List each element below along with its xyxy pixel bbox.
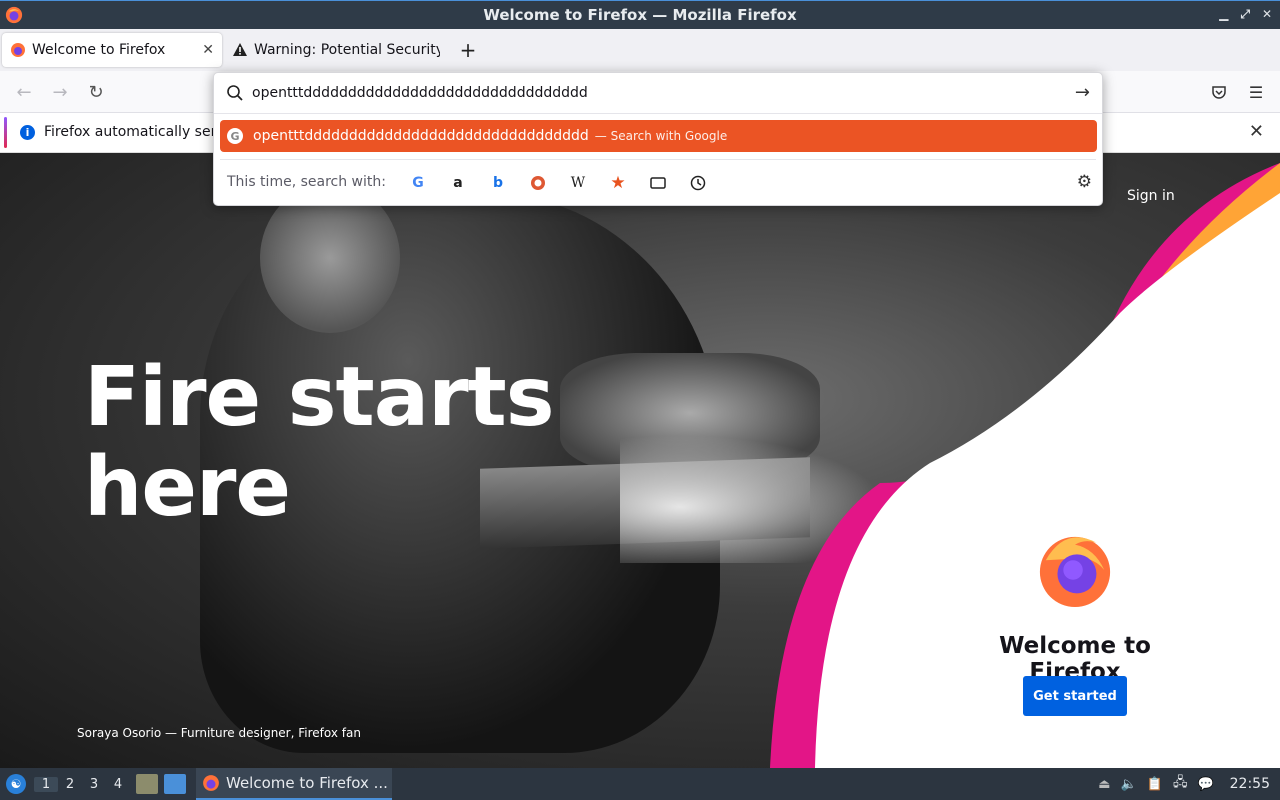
duckduckgo-icon[interactable] xyxy=(527,172,549,194)
firefox-logo-icon xyxy=(1039,536,1111,608)
tab-title: Welcome to Firefox xyxy=(32,42,166,58)
hero-title-line2: here xyxy=(84,440,291,535)
maximize-icon[interactable]: ⤢ xyxy=(1240,7,1250,22)
bing-icon[interactable]: b xyxy=(487,172,509,194)
menu-button[interactable]: ☰ xyxy=(1245,81,1267,103)
file-manager-icon[interactable] xyxy=(136,774,158,794)
title-bar: Welcome to Firefox — Mozilla Firefox ▁ ⤢… xyxy=(0,0,1280,29)
clipboard-icon[interactable]: 📋 xyxy=(1147,777,1163,792)
desktop-icon[interactable] xyxy=(164,774,186,794)
one-off-search-label: This time, search with: xyxy=(227,174,386,190)
divider xyxy=(220,159,1096,160)
reload-icon: ↻ xyxy=(88,81,104,103)
workspace-switcher: 1 2 3 4 xyxy=(34,776,130,792)
workspace-3[interactable]: 3 xyxy=(82,777,106,792)
window-title: Welcome to Firefox — Mozilla Firefox xyxy=(483,6,797,24)
hero-title: Fire starts here xyxy=(84,350,555,535)
taskbar-window-title: Welcome to Firefox ... xyxy=(226,774,388,792)
pocket-button[interactable] xyxy=(1208,81,1230,103)
arrow-left-icon: ← xyxy=(16,81,32,103)
notification-accent xyxy=(4,117,7,148)
sign-in-link[interactable]: Sign in xyxy=(1127,188,1175,204)
taskbar-window-firefox[interactable]: Welcome to Firefox ... xyxy=(196,768,392,800)
close-tab-icon[interactable]: ✕ xyxy=(202,42,214,58)
close-notification-icon[interactable]: ✕ xyxy=(1249,121,1264,142)
suggestion-action: — Search with Google xyxy=(594,129,728,143)
bookmarks-star-icon[interactable]: ★ xyxy=(607,172,629,194)
search-suggestion-row[interactable]: G opentttddddddddddddddddddddddddddddddd… xyxy=(220,120,1097,152)
reload-button[interactable]: ↻ xyxy=(85,81,107,103)
firefox-icon xyxy=(203,775,219,791)
go-arrow-icon[interactable]: → xyxy=(1075,82,1090,103)
history-clock-icon[interactable] xyxy=(687,172,709,194)
pocket-icon xyxy=(1212,86,1226,99)
wikipedia-icon[interactable]: W xyxy=(567,172,589,194)
taskbar: ☯ 1 2 3 4 Welcome to Firefox ... ⏏ 🔈 📋 🖧… xyxy=(0,768,1280,800)
suggestion-text: opentttdddddddddddddddddddddddddddddddd xyxy=(253,128,589,144)
photo-caption: Soraya Osorio — Furniture designer, Fire… xyxy=(77,726,361,740)
workspace-2[interactable]: 2 xyxy=(58,777,82,792)
hero-title-line1: Fire starts xyxy=(84,350,555,445)
url-input[interactable] xyxy=(252,81,1052,105)
tab-title: Warning: Potential Security Risk Ahead xyxy=(254,42,440,58)
firefox-logo-icon xyxy=(5,6,23,24)
tabs-icon[interactable] xyxy=(647,172,669,194)
forward-button[interactable]: → xyxy=(49,81,71,103)
workspace-1[interactable]: 1 xyxy=(34,776,58,792)
start-menu-button[interactable]: ☯ xyxy=(6,774,26,794)
clock: 22:55 xyxy=(1229,776,1270,792)
tab-strip: Welcome to Firefox ✕ Warning: Potential … xyxy=(0,29,1280,71)
lxqt-logo-icon: ☯ xyxy=(10,777,22,791)
back-button[interactable]: ← xyxy=(13,81,35,103)
firefox-icon xyxy=(11,43,25,57)
gear-icon[interactable]: ⚙ xyxy=(1077,172,1092,192)
system-tray: ⏏ 🔈 📋 🖧 💬 22:55 xyxy=(1098,768,1280,800)
hamburger-menu-icon: ☰ xyxy=(1248,82,1264,102)
google-icon[interactable]: G xyxy=(407,172,429,194)
minimize-icon[interactable]: ▁ xyxy=(1219,7,1228,22)
new-tab-button[interactable]: + xyxy=(454,38,482,62)
divider xyxy=(214,113,1102,114)
tab-welcome[interactable]: Welcome to Firefox ✕ xyxy=(2,33,222,67)
google-icon: G xyxy=(227,128,243,144)
close-window-icon[interactable]: ✕ xyxy=(1262,7,1272,22)
page-content: Fire starts here Soraya Osorio — Furnitu… xyxy=(0,153,1280,768)
get-started-button[interactable]: Get started xyxy=(1023,676,1127,716)
search-icon xyxy=(227,85,243,101)
amazon-icon[interactable]: a xyxy=(447,172,469,194)
urlbar-dropdown: → G opentttddddddddddddddddddddddddddddd… xyxy=(213,72,1103,206)
workspace-4[interactable]: 4 xyxy=(106,777,130,792)
warning-icon xyxy=(233,43,247,56)
eject-icon[interactable]: ⏏ xyxy=(1098,777,1110,792)
info-icon: i xyxy=(20,125,35,140)
arrow-right-icon: → xyxy=(52,81,68,103)
notification-icon[interactable]: 💬 xyxy=(1197,777,1213,792)
tab-security-warning[interactable]: Warning: Potential Security Risk Ahead xyxy=(224,33,448,67)
network-icon[interactable]: 🖧 xyxy=(1173,773,1188,795)
volume-icon[interactable]: 🔈 xyxy=(1121,777,1137,792)
window-controls: ▁ ⤢ ✕ xyxy=(1219,7,1272,22)
